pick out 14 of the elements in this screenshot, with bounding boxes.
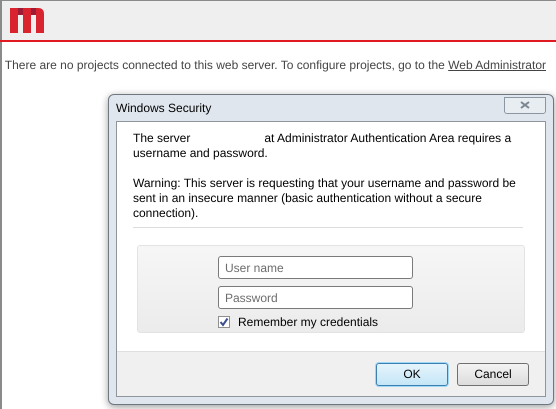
close-icon	[520, 101, 530, 109]
warning-text: Warning: This server is requesting that your username and password be sent in an insecure manner (basic authentication without a secure connection).	[133, 176, 517, 221]
notice-text: There are no projects connected to this web server. To configure projects, go to the	[4, 58, 445, 72]
close-button[interactable]	[504, 96, 546, 114]
logo-icon	[10, 8, 44, 33]
ok-button[interactable]: OK	[376, 362, 448, 386]
dialog-title: Windows Security	[116, 100, 212, 117]
remember-label: Remember my credentials	[238, 314, 378, 331]
web-administrator-link[interactable]: Web Administrator	[448, 58, 546, 72]
password-field[interactable]: Password	[218, 286, 413, 309]
cancel-button[interactable]: Cancel	[457, 362, 529, 386]
username-field[interactable]: User name	[218, 256, 413, 279]
server-message: The server at Administrator Authentication Area requires a username and password.	[133, 131, 512, 161]
remember-checkbox[interactable]	[218, 316, 230, 328]
